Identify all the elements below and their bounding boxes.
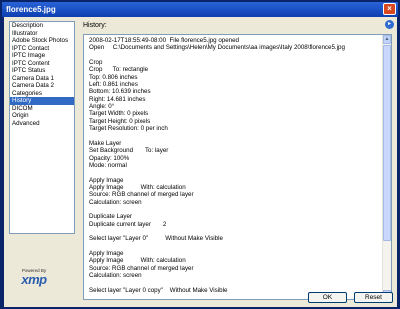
history-line: Apply Image With: calculation — [89, 183, 186, 191]
sidebar-item-advanced[interactable]: Advanced — [10, 120, 74, 128]
panel-title: History: — [83, 22, 107, 29]
history-textarea[interactable]: 2008-02-17T18:55:49-08:00 File florence5… — [83, 34, 392, 300]
panel-menu-arrow-icon[interactable]: ▸ — [385, 20, 394, 29]
history-line — [89, 52, 377, 59]
history-line: Mode: normal — [89, 161, 127, 169]
history-line: Source: RGB channel of merged layer — [89, 191, 194, 199]
history-line: Duplicate Layer — [89, 213, 132, 221]
history-line — [89, 228, 377, 235]
history-line: Crop To: rectangle — [89, 66, 149, 74]
history-line — [89, 132, 377, 139]
history-line: Select layer "Layer 0" Without Make Visi… — [89, 235, 223, 243]
history-line: Apply Image With: calculation — [89, 257, 186, 265]
history-line: Angle: 0° — [89, 103, 115, 111]
history-line: 2008-02-17T18:55:49-08:00 File florence5… — [89, 37, 239, 44]
scroll-thumb[interactable] — [383, 45, 391, 241]
vertical-scrollbar[interactable]: ▲ ▼ — [382, 35, 391, 299]
history-line: Crop — [89, 59, 103, 67]
sidebar-item-iptc-image[interactable]: IPTC Image — [10, 52, 74, 60]
reset-button[interactable]: Reset — [354, 292, 393, 303]
history-line — [89, 206, 377, 213]
history-line — [89, 243, 377, 250]
sidebar-item-camera-data-1[interactable]: Camera Data 1 — [10, 75, 74, 83]
sidebar-item-dicom[interactable]: DICOM — [10, 105, 74, 113]
history-line: Top: 0.806 inches — [89, 73, 138, 81]
xmp-logo: Powered By xmp — [14, 268, 54, 290]
history-line: Bottom: 10.639 inches — [89, 88, 151, 96]
sidebar-item-iptc-content[interactable]: IPTC Content — [10, 60, 74, 68]
ok-button[interactable]: OK — [308, 292, 347, 303]
history-line: Apply Image — [89, 249, 124, 257]
sidebar-item-categories[interactable]: Categories — [10, 90, 74, 98]
history-line: Calculation: screen — [89, 198, 142, 206]
sidebar-item-camera-data-2[interactable]: Camera Data 2 — [10, 82, 74, 90]
history-line: Target Resolution: 0 per inch — [89, 125, 168, 133]
logo-name: xmp — [21, 272, 47, 287]
history-line — [89, 279, 377, 286]
window-title: florence5.jpg — [6, 5, 56, 14]
history-line: Target Height: 0 pixels — [89, 117, 151, 125]
history-line: Target Width: 0 pixels — [89, 110, 149, 118]
dialog-window: florence5.jpg × Description Illustrator Ad… — [0, 0, 400, 309]
title-bar: florence5.jpg × — [2, 2, 398, 17]
sidebar-item-iptc-contact[interactable]: IPTC Contact — [10, 45, 74, 53]
history-line: Right: 14.681 inches — [89, 95, 146, 103]
category-list[interactable]: Description Illustrator Adobe Stock Photos… — [9, 21, 75, 234]
sidebar-item-history[interactable]: History — [10, 97, 74, 105]
sidebar-item-iptc-status[interactable]: IPTC Status — [10, 67, 74, 75]
sidebar-item-illustrator[interactable]: Illustrator — [10, 30, 74, 38]
history-line: Make Layer — [89, 139, 122, 147]
history-line: Open C:\Documents and Settings\Helen\My … — [89, 44, 345, 52]
dialog-client-area: Description Illustrator Adobe Stock Photos… — [4, 17, 397, 307]
scroll-up-icon[interactable]: ▲ — [383, 35, 391, 44]
history-line: Opacity: 100% — [89, 154, 130, 162]
history-line: Source: RGB channel of merged layer — [89, 264, 194, 272]
history-line: Duplicate current layer 2 — [89, 220, 167, 228]
sidebar-item-origin[interactable]: Origin — [10, 112, 74, 120]
history-line: Apply Image — [89, 176, 124, 184]
history-line: Left: 0.861 inches — [89, 81, 138, 89]
sidebar-item-description[interactable]: Description — [10, 22, 74, 30]
history-line — [89, 169, 377, 176]
close-icon[interactable]: × — [383, 3, 396, 15]
history-content: 2008-02-17T18:55:49-08:00 File florence5… — [89, 37, 377, 294]
sidebar-item-adobe-stock-photos[interactable]: Adobe Stock Photos — [10, 37, 74, 45]
history-line: Calculation: screen — [89, 272, 142, 279]
history-line: Set Background To: layer — [89, 147, 169, 155]
